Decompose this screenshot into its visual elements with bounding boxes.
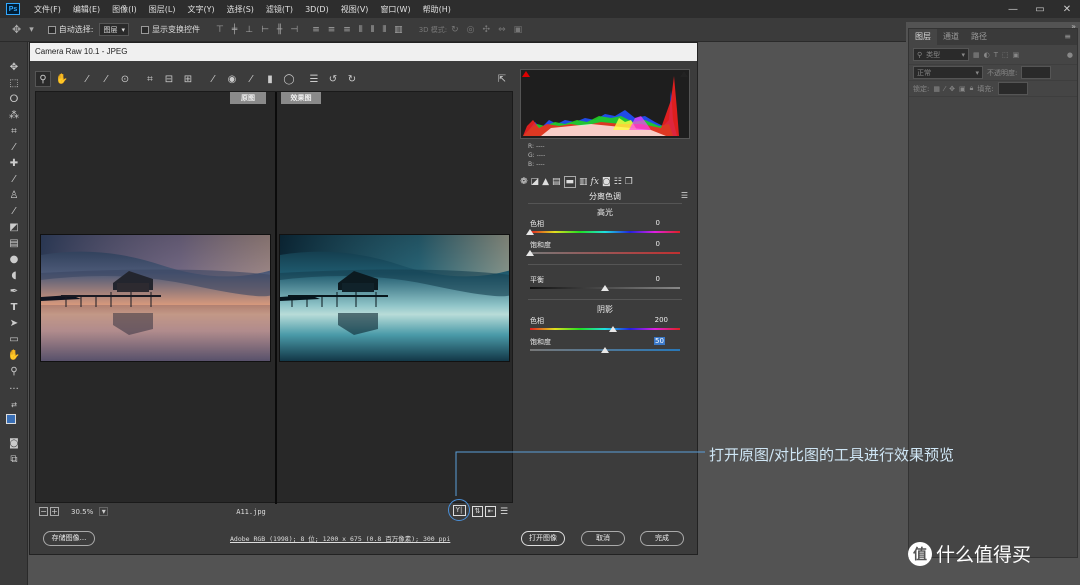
watermark: 值 什么值得买 — [908, 540, 1031, 567]
callout-line — [455, 451, 705, 496]
watermark-logo-icon: 值 — [908, 541, 932, 566]
callout-text: 打开原图/对比图的工具进行效果预览 — [709, 446, 955, 464]
watermark-text: 什么值得买 — [936, 544, 1032, 566]
